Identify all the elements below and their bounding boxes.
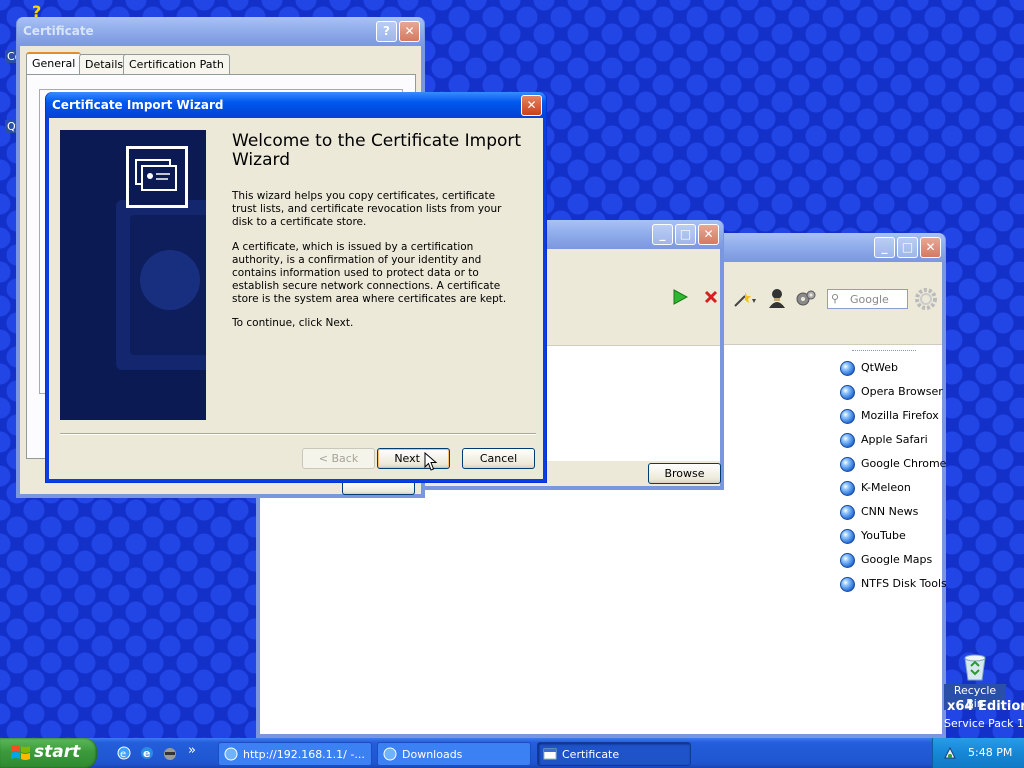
link-opera[interactable]: Opera Browser (840, 380, 943, 404)
import-wizard-window[interactable]: Certificate Import Wizard ✕ Welcome to t… (45, 92, 547, 483)
link-kmeleon[interactable]: K-Meleon (840, 476, 911, 500)
edition-watermark-line1: x64 Edition (947, 699, 1024, 714)
wizard-titlebar[interactable]: Certificate Import Wizard (46, 92, 546, 118)
start-button[interactable]: start (0, 738, 97, 768)
system-tray: 5:48 PM (932, 738, 1024, 768)
globe-icon (840, 384, 855, 400)
play-icon[interactable] (672, 289, 689, 305)
browser-close-button[interactable]: ✕ (920, 237, 941, 258)
quick-launch-overflow[interactable]: » (188, 743, 196, 758)
globe-icon (840, 576, 855, 592)
wizard-banner-art (60, 130, 206, 420)
certificate-tabs: General Details Certification Path (26, 52, 416, 75)
search-icon: ⚲ (831, 292, 840, 305)
desktop-icon-top[interactable]: ? (28, 2, 50, 21)
quick-links-list: QtWeb Opera Browser Mozilla Firefox Appl… (840, 356, 950, 596)
windows-logo-icon (11, 745, 30, 760)
globe-icon (840, 432, 855, 448)
wizard-close-button[interactable]: ✕ (521, 95, 542, 116)
link-google-maps[interactable]: Google Maps (840, 548, 932, 572)
mouse-cursor-icon (424, 451, 438, 472)
raccoon-app-icon[interactable] (162, 745, 178, 761)
wizard-paragraph-2: A certificate, which is issued by a cert… (232, 241, 507, 305)
edition-watermark-line2: Service Pack 1) (944, 717, 1024, 730)
quick-launch: e e » (112, 743, 212, 764)
settings-gear-icon[interactable] (914, 287, 938, 311)
downloads-close-button[interactable]: ✕ (698, 224, 719, 245)
tab-general[interactable]: General (26, 52, 82, 75)
link-safari[interactable]: Apple Safari (840, 428, 928, 452)
start-label: start (34, 742, 81, 762)
task-certificate[interactable]: Certificate (537, 742, 691, 766)
wizard-banner (60, 130, 206, 420)
next-button[interactable]: Next > (377, 448, 450, 469)
tab-details[interactable]: Details (79, 54, 130, 74)
svg-text:?: ? (32, 4, 41, 18)
task-browser[interactable]: http://192.168.1.1/ -... (218, 742, 372, 766)
user-icon[interactable] (768, 288, 786, 308)
globe-icon (840, 480, 855, 496)
certificate-close-button[interactable]: ✕ (399, 21, 420, 42)
certificate-ok-button[interactable] (342, 482, 415, 495)
back-button[interactable]: < Back (302, 448, 375, 469)
certificate-title: Certificate (23, 24, 94, 38)
magic-wand-icon[interactable] (732, 290, 756, 308)
quick-launch-app-icon[interactable]: e (116, 745, 132, 761)
link-cnn[interactable]: CNN News (840, 500, 918, 524)
globe-icon (840, 504, 855, 520)
browser-task-icon (224, 747, 238, 761)
certificate-titlebar[interactable]: Certificate (17, 17, 424, 46)
wizard-title: Certificate Import Wizard (52, 98, 224, 112)
network-tray-icon[interactable] (942, 745, 958, 761)
links-divider (852, 350, 916, 351)
question-icon: ? (32, 2, 41, 21)
link-qtweb[interactable]: QtWeb (840, 356, 898, 380)
wizard-separator (60, 433, 536, 435)
recycle-bin-icon (964, 654, 986, 681)
browse-button[interactable]: Browse (648, 463, 721, 484)
certificate-help-button[interactable]: ? (376, 21, 397, 42)
downloads-maximize-button[interactable]: □ (675, 224, 696, 245)
svg-text:e: e (120, 749, 126, 760)
task-downloads[interactable]: Downloads (377, 742, 531, 766)
wizard-heading: Welcome to the Certificate Import Wizard (232, 131, 522, 170)
browser-minimize-button[interactable]: _ (874, 237, 895, 258)
wizard-paragraph-1: This wizard helps you copy certificates,… (232, 190, 502, 228)
wizard-paragraph-3: To continue, click Next. (232, 317, 354, 329)
clock: 5:48 PM (968, 746, 1013, 759)
downloads-minimize-button[interactable]: _ (652, 224, 673, 245)
certificate-task-icon (543, 748, 557, 760)
taskbar: start e e » http://192.168.1.1/ -... Dow… (0, 738, 1024, 768)
globe-icon (840, 456, 855, 472)
stop-x-icon[interactable] (704, 290, 718, 304)
search-placeholder: Google (850, 293, 889, 306)
recycle-bin[interactable]: Recycle Bin (944, 650, 1006, 710)
globe-icon (840, 408, 855, 424)
globe-icon (840, 360, 855, 376)
link-youtube[interactable]: YouTube (840, 524, 906, 548)
browser-maximize-button[interactable]: □ (897, 237, 918, 258)
globe-icon (840, 552, 855, 568)
link-firefox[interactable]: Mozilla Firefox (840, 404, 939, 428)
link-ntfs-tools[interactable]: NTFS Disk Tools (840, 572, 947, 596)
globe-icon (840, 528, 855, 544)
link-chrome[interactable]: Google Chrome (840, 452, 946, 476)
downloads-task-icon (383, 747, 397, 761)
gears-icon[interactable] (796, 289, 816, 307)
internet-explorer-icon[interactable]: e (139, 745, 155, 761)
cancel-button[interactable]: Cancel (462, 448, 535, 469)
search-box[interactable]: ⚲ Google (827, 289, 908, 309)
tab-certification-path[interactable]: Certification Path (123, 54, 230, 74)
svg-text:e: e (143, 747, 150, 760)
